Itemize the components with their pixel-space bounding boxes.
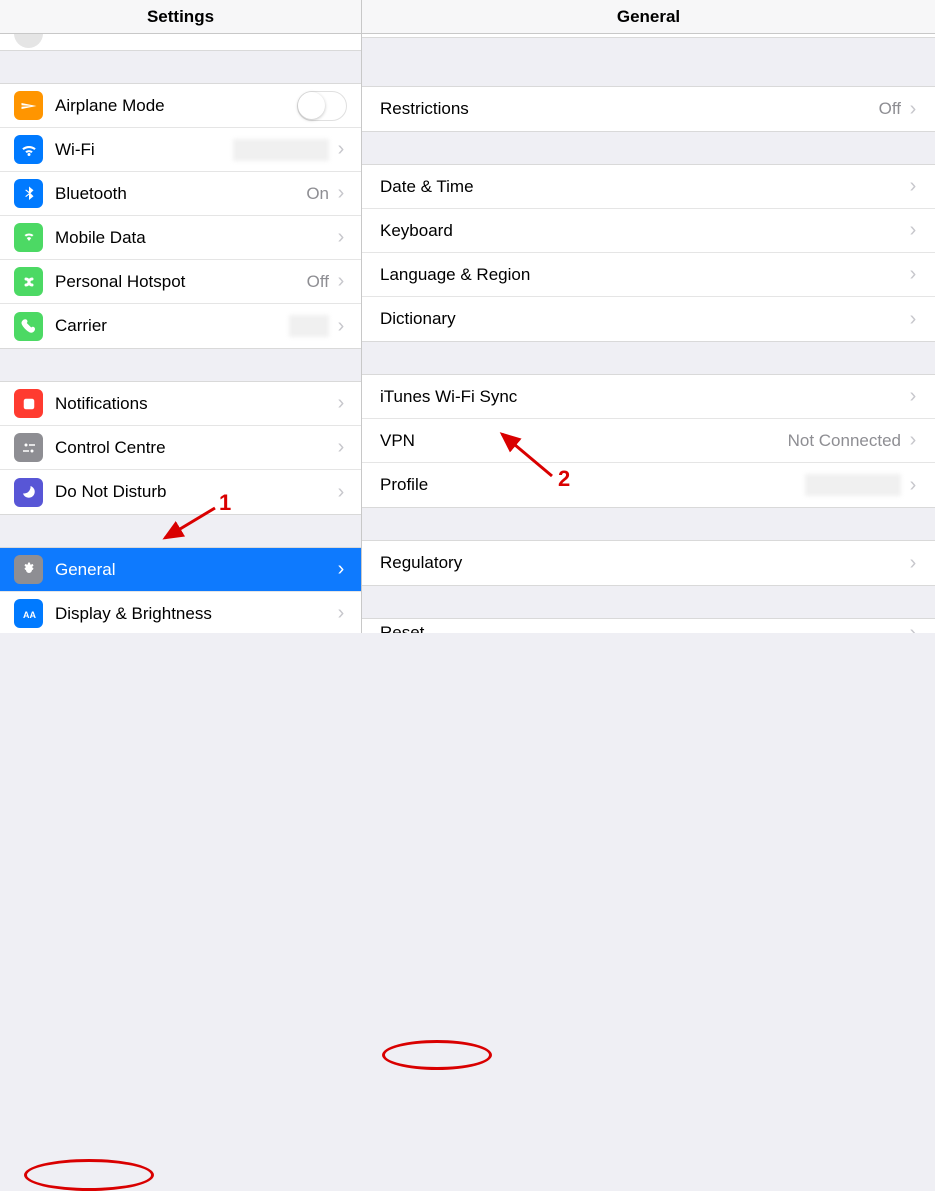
chevron-right-icon: › — [335, 182, 347, 205]
chevron-right-icon: › — [335, 315, 347, 338]
settings-group-connectivity: Airplane Mode Wi-Fi › Bluetooth — [0, 83, 361, 349]
carrier-icon — [14, 312, 43, 341]
settings-sidebar: Settings Airplane Mode — [0, 0, 362, 633]
sidebar-item-bluetooth[interactable]: Bluetooth On › — [0, 172, 361, 216]
detail-row-keyboard[interactable]: Keyboard › — [362, 209, 935, 253]
chevron-right-icon: › — [907, 552, 919, 575]
chevron-right-icon: › — [907, 175, 919, 198]
detail-row-datetime[interactable]: Date & Time › — [362, 165, 935, 209]
svg-text:AA: AA — [23, 609, 36, 619]
left-pane-title: Settings — [0, 0, 361, 34]
sidebar-item-carrier[interactable]: Carrier › — [0, 304, 361, 348]
chevron-right-icon: › — [907, 308, 919, 331]
general-group-restrictions: Restrictions Off › — [362, 86, 935, 132]
sidebar-item-display[interactable]: AA Display & Brightness › — [0, 592, 361, 633]
do-not-disturb-icon — [14, 478, 43, 507]
sidebar-item-controlcentre[interactable]: Control Centre › — [0, 426, 361, 470]
detail-row-reset[interactable]: Reset › — [362, 619, 935, 633]
detail-row-restrictions[interactable]: Restrictions Off › — [362, 87, 935, 131]
general-detail-pane: General Restrictions Off › Date & Time ›… — [362, 0, 935, 633]
chevron-right-icon: › — [907, 429, 919, 452]
vpn-value: Not Connected — [788, 431, 901, 451]
mobile-data-icon — [14, 223, 43, 252]
chevron-right-icon: › — [335, 558, 347, 581]
hotspot-value: Off — [307, 272, 329, 292]
chevron-right-icon: › — [335, 602, 347, 625]
detail-row-itunes-wifi-sync[interactable]: iTunes Wi-Fi Sync › — [362, 375, 935, 419]
airplane-switch[interactable] — [297, 91, 347, 121]
wifi-value-redacted — [233, 139, 329, 161]
control-centre-icon — [14, 433, 43, 462]
sidebar-item-notifications[interactable]: Notifications › — [0, 382, 361, 426]
bluetooth-icon — [14, 179, 43, 208]
chevron-right-icon: › — [335, 436, 347, 459]
profile-value-redacted — [805, 474, 901, 496]
sidebar-item-dnd[interactable]: Do Not Disturb › — [0, 470, 361, 514]
sidebar-item-mobiledata[interactable]: Mobile Data › — [0, 216, 361, 260]
wifi-icon — [14, 135, 43, 164]
general-group-datetime: Date & Time › Keyboard › Language & Regi… — [362, 164, 935, 342]
chevron-right-icon: › — [907, 219, 919, 242]
detail-row-vpn[interactable]: VPN Not Connected › — [362, 419, 935, 463]
notifications-icon — [14, 389, 43, 418]
chevron-right-icon: › — [335, 481, 347, 504]
accounts-row-partial[interactable] — [0, 34, 361, 51]
right-pane-title: General — [362, 0, 935, 34]
chevron-right-icon: › — [335, 270, 347, 293]
chevron-right-icon: › — [907, 474, 919, 497]
detail-row-profile[interactable]: Profile › — [362, 463, 935, 507]
detail-row-dictionary[interactable]: Dictionary › — [362, 297, 935, 341]
settings-group-general: General › AA Display & Brightness › Wall… — [0, 547, 361, 633]
carrier-value-redacted — [289, 315, 329, 337]
hotspot-icon — [14, 267, 43, 296]
general-group-regulatory: Regulatory › — [362, 540, 935, 586]
airplane-icon — [14, 91, 43, 120]
display-brightness-icon: AA — [14, 599, 43, 628]
bluetooth-value: On — [306, 184, 329, 204]
chevron-right-icon: › — [335, 138, 347, 161]
chevron-right-icon: › — [907, 263, 919, 286]
chevron-right-icon: › — [335, 392, 347, 415]
sidebar-item-general[interactable]: General › — [0, 548, 361, 592]
chevron-right-icon: › — [907, 385, 919, 408]
restrictions-value: Off — [879, 99, 901, 119]
chevron-right-icon: › — [907, 622, 919, 634]
sidebar-item-hotspot[interactable]: Personal Hotspot Off › — [0, 260, 361, 304]
gear-icon — [14, 555, 43, 584]
detail-row-language-region[interactable]: Language & Region › — [362, 253, 935, 297]
sidebar-item-wifi[interactable]: Wi-Fi › — [0, 128, 361, 172]
general-group-vpn: iTunes Wi-Fi Sync › VPN Not Connected › … — [362, 374, 935, 508]
general-group-reset: Reset › — [362, 618, 935, 633]
chevron-right-icon: › — [335, 226, 347, 249]
settings-group-notifications: Notifications › Control Centre › Do Not … — [0, 381, 361, 515]
chevron-right-icon: › — [907, 98, 919, 121]
detail-row-regulatory[interactable]: Regulatory › — [362, 541, 935, 585]
sidebar-item-airplane[interactable]: Airplane Mode — [0, 84, 361, 128]
